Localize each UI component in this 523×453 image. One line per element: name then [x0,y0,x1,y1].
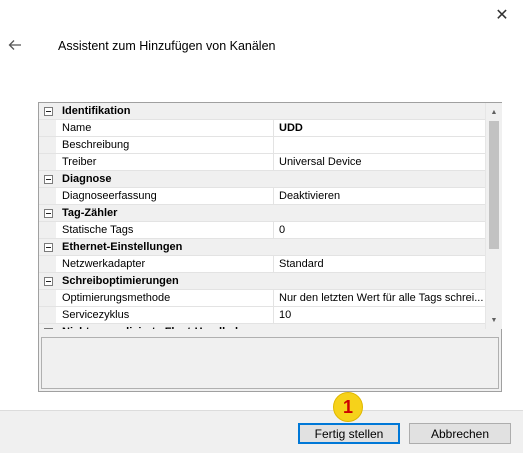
collapse-icon[interactable] [44,328,53,329]
row-gutter [39,120,56,136]
property-value[interactable]: Standard [274,256,485,272]
collapse-icon[interactable] [44,175,53,184]
row-gutter [39,171,56,187]
row-gutter [39,188,56,204]
row-gutter [39,290,56,306]
category-row[interactable]: Schreiboptimierungen [39,273,485,290]
close-icon: ✕ [495,7,509,24]
row-gutter [39,239,56,255]
category-row[interactable]: Identifikation [39,103,485,120]
row-gutter [39,324,56,329]
property-value[interactable]: Deaktivieren [274,188,485,204]
row-gutter [39,307,56,323]
property-grid: Identifikation Name UDD Beschreibung Treiber… [39,103,485,329]
category-label: Identifikation [62,105,131,117]
category-label: Ethernet-Einstellungen [62,241,183,253]
category-label: Schreiboptimierungen [62,275,179,287]
property-row[interactable]: Netzwerkadapter Standard [39,256,485,273]
property-row[interactable]: Statische Tags 0 [39,222,485,239]
row-gutter [39,154,56,170]
property-name: Diagnoseerfassung [56,188,274,204]
property-name: Treiber [56,154,274,170]
property-row[interactable]: Treiber Universal Device [39,154,485,171]
back-arrow-icon [8,40,21,50]
property-row[interactable]: Beschreibung [39,137,485,154]
property-name: Name [56,120,274,136]
property-grid-frame: Identifikation Name UDD Beschreibung Treiber… [38,102,502,392]
property-name: Beschreibung [56,137,274,153]
property-row[interactable]: Optimierungsmethode Nur den letzten Wert … [39,290,485,307]
collapse-icon[interactable] [44,277,53,286]
category-row[interactable]: Ethernet-Einstellungen [39,239,485,256]
close-button[interactable]: ✕ [491,4,513,26]
finish-button[interactable]: Fertig stellen [298,423,400,444]
row-gutter [39,256,56,272]
property-value[interactable]: 0 [274,222,485,238]
property-value[interactable]: Universal Device [274,154,485,170]
row-gutter [39,273,56,289]
dialog-title: Assistent zum Hinzufügen von Kanälen [58,39,276,53]
cancel-button[interactable]: Abbrechen [409,423,511,444]
vertical-scrollbar[interactable]: ▲ ▼ [485,103,502,329]
property-row[interactable]: Diagnoseerfassung Deaktivieren [39,188,485,205]
property-value[interactable]: Nur den letzten Wert für alle Tags schre… [274,290,485,306]
category-row[interactable]: Tag-Zähler [39,205,485,222]
collapse-icon[interactable] [44,243,53,252]
scroll-up-arrow-icon[interactable]: ▲ [486,104,502,120]
category-label: Nicht normalisierte Float-Handhabung [56,324,485,329]
collapse-icon[interactable] [44,209,53,218]
back-button[interactable] [6,36,24,54]
scroll-down-arrow-icon[interactable]: ▼ [486,312,502,328]
property-value[interactable]: 10 [274,307,485,323]
category-row[interactable]: Diagnose [39,171,485,188]
description-pane [41,337,499,389]
property-value[interactable] [274,137,485,153]
dialog-footer: Fertig stellen Abbrechen [0,410,523,453]
row-gutter [39,103,56,119]
property-name: Servicezyklus [56,307,274,323]
step-marker-badge: 1 [333,392,363,422]
category-label: Diagnose [62,173,112,185]
property-row[interactable]: Name UDD [39,120,485,137]
scrollbar-thumb[interactable] [489,121,499,249]
property-name: Statische Tags [56,222,274,238]
property-value[interactable]: UDD [274,120,485,136]
property-name: Optimierungsmethode [56,290,274,306]
collapse-icon[interactable] [44,107,53,116]
row-gutter [39,137,56,153]
property-name: Netzwerkadapter [56,256,274,272]
row-gutter [39,222,56,238]
property-row[interactable]: Servicezyklus 10 [39,307,485,324]
row-gutter [39,205,56,221]
category-row[interactable]: Nicht normalisierte Float-Handhabung [39,324,485,329]
category-label: Tag-Zähler [62,207,118,219]
